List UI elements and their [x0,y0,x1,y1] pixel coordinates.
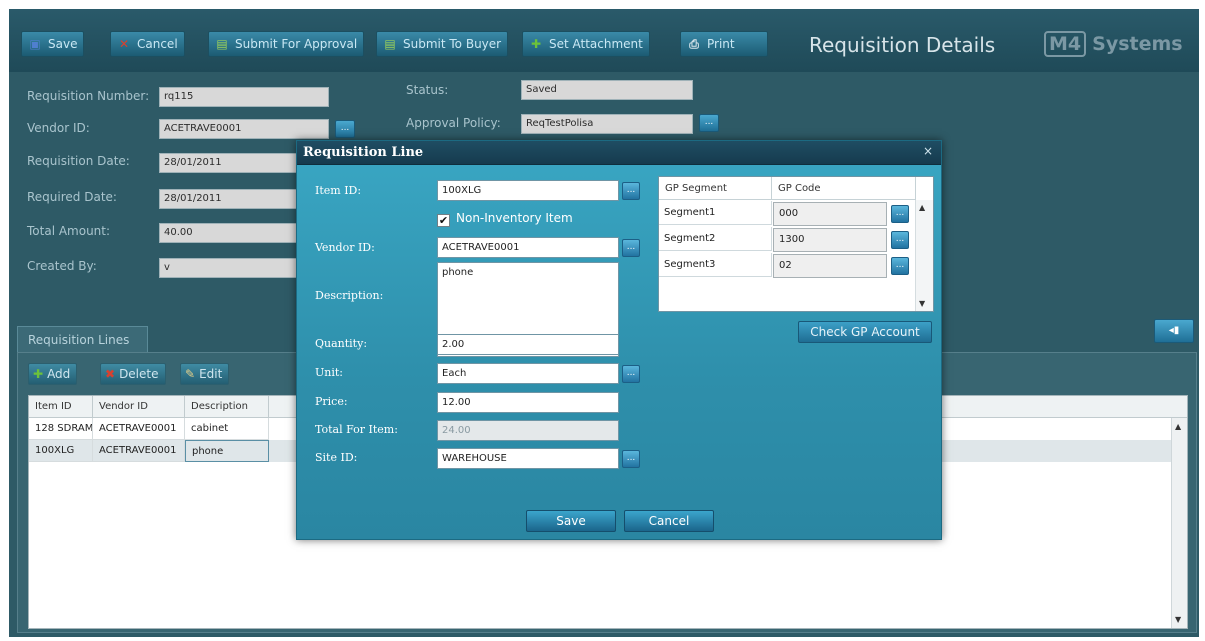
segment-lookup-button[interactable]: ... [891,257,909,275]
total-for-item-label: Total For Item: [315,423,398,436]
col-vendor-id[interactable]: Vendor ID [93,396,185,418]
document-arrow-icon: ▤ [384,37,396,51]
dialog-cancel-button[interactable]: Cancel [624,510,714,532]
status-field: Saved [521,80,693,100]
cell-item-id: 128 SDRAM [29,418,93,440]
col-gp-code[interactable]: GP Code [772,177,916,200]
floppy-icon: ▣ [29,37,41,51]
item-id-field[interactable]: 100XLG [437,180,619,201]
vendor-lookup-button[interactable]: ... [335,120,355,138]
segment-code-field[interactable]: 1300 [773,228,887,252]
submit-for-approval-button[interactable]: ▤ Submit For Approval [208,31,365,57]
scroll-up-icon[interactable]: ▲ [919,203,925,212]
document-arrow-icon: ▤ [216,37,228,51]
main-toolbar: ▣ Save ✕ Cancel ▤ Submit For Approval ▤ Subm… [9,9,1199,72]
site-lookup-button[interactable]: ... [622,450,640,468]
cell-vendor-id: ACETRAVE0001 [93,440,185,462]
col-item-id[interactable]: Item ID [29,396,93,418]
cell-description: phone [185,440,269,462]
price-field[interactable]: 12.00 [437,392,619,413]
vendor-id-label: Vendor ID: [315,241,375,254]
check-gp-account-button[interactable]: Check GP Account [798,321,932,343]
segment-lookup-button[interactable]: ... [891,231,909,249]
col-gp-segment[interactable]: GP Segment [659,177,772,200]
description-label: Description: [315,289,384,302]
site-id-field[interactable]: WAREHOUSE [437,448,619,469]
plus-icon: ✚ [530,37,542,51]
non-inventory-checkbox[interactable]: ✔ Non-Inventory Item [437,211,573,227]
price-label: Price: [315,395,348,408]
edit-line-button[interactable]: ✎ Edit [180,363,230,385]
set-attachment-button[interactable]: ✚ Set Attachment [522,31,650,57]
item-lookup-button[interactable]: ... [622,182,640,200]
checkmark-icon[interactable]: ✔ [437,214,450,227]
vendor-lookup-button[interactable]: ... [622,239,640,257]
unit-field[interactable]: Each [437,363,619,384]
tab-requisition-lines[interactable]: Requisition Lines [17,326,148,352]
x-icon: ✕ [118,37,130,51]
status-label: Status: [406,83,449,97]
printer-icon: ⎙ [689,37,699,51]
approval-policy-label: Approval Policy: [406,116,501,130]
approval-policy-lookup-button[interactable]: ... [699,114,719,132]
pencil-icon: ✎ [185,367,196,381]
segment-name-cell: Segment2 [659,227,772,251]
segment-name-cell: Segment3 [659,253,772,277]
requisition-number-label: Requisition Number: [27,89,150,103]
requisition-line-dialog: Requisition Line × Item ID: 100XLG ... ✔… [296,140,942,540]
attachment-toggle-button[interactable]: ◂▮ [1154,319,1194,343]
segment-code-field[interactable]: 000 [773,202,887,226]
quantity-field[interactable]: 2.00 [437,334,619,355]
scroll-down-icon[interactable]: ▼ [919,299,925,308]
segment-lookup-button[interactable]: ... [891,205,909,223]
grid-scrollbar[interactable]: ▲ ▼ [1171,418,1187,628]
x-icon: ✖ [105,367,116,381]
dialog-save-button[interactable]: Save [526,510,616,532]
save-button[interactable]: ▣ Save [21,31,85,57]
logo-mark: M4 [1044,31,1087,57]
scroll-up-icon[interactable]: ▲ [1175,422,1181,431]
logo-text: Systems [1092,33,1183,55]
cancel-button[interactable]: ✕ Cancel [110,31,185,57]
site-id-label: Site ID: [315,451,358,464]
dialog-title-bar[interactable]: Requisition Line × [297,141,941,165]
segment-scrollbar[interactable]: ▲ ▼ [915,200,933,311]
delete-line-button[interactable]: ✖ Delete [100,363,166,385]
gp-segment-grid: GP Segment GP Code Segment1 000 ... Segm… [658,176,934,312]
vendor-id-field[interactable]: ACETRAVE0001 [437,237,619,258]
scroll-down-icon[interactable]: ▼ [1175,615,1181,624]
dialog-title: Requisition Line [303,145,424,160]
page-title: Requisition Details [809,33,996,57]
unit-lookup-button[interactable]: ... [622,365,640,383]
total-for-item-field: 24.00 [437,420,619,441]
segment-code-field[interactable]: 02 [773,254,887,278]
vendor-id-field[interactable]: ACETRAVE0001 [159,119,329,139]
requisition-number-field[interactable]: rq115 [159,87,329,107]
segment-name-cell: Segment1 [659,201,772,225]
total-amount-label: Total Amount: [27,224,111,238]
company-logo: M4 Systems [1044,31,1183,57]
add-line-button[interactable]: ✚ Add [28,363,78,385]
required-date-label: Required Date: [27,190,117,204]
item-id-label: Item ID: [315,184,362,197]
plus-icon: ✚ [33,367,44,381]
quantity-label: Quantity: [315,337,368,350]
submit-to-buyer-button[interactable]: ▤ Submit To Buyer [376,31,509,57]
cell-item-id: 100XLG [29,440,93,462]
vendor-id-label: Vendor ID: [27,121,90,135]
unit-label: Unit: [315,366,343,379]
cell-vendor-id: ACETRAVE0001 [93,418,185,440]
print-button[interactable]: ⎙ Print [680,31,768,57]
close-icon[interactable]: × [923,144,933,158]
col-description[interactable]: Description [185,396,269,418]
approval-policy-field[interactable]: ReqTestPolisa [521,114,693,134]
created-by-label: Created By: [27,259,97,273]
app-window: ▣ Save ✕ Cancel ▤ Submit For Approval ▤ Subm… [9,9,1199,637]
requisition-date-label: Requisition Date: [27,154,130,168]
cell-description: cabinet [185,418,269,440]
